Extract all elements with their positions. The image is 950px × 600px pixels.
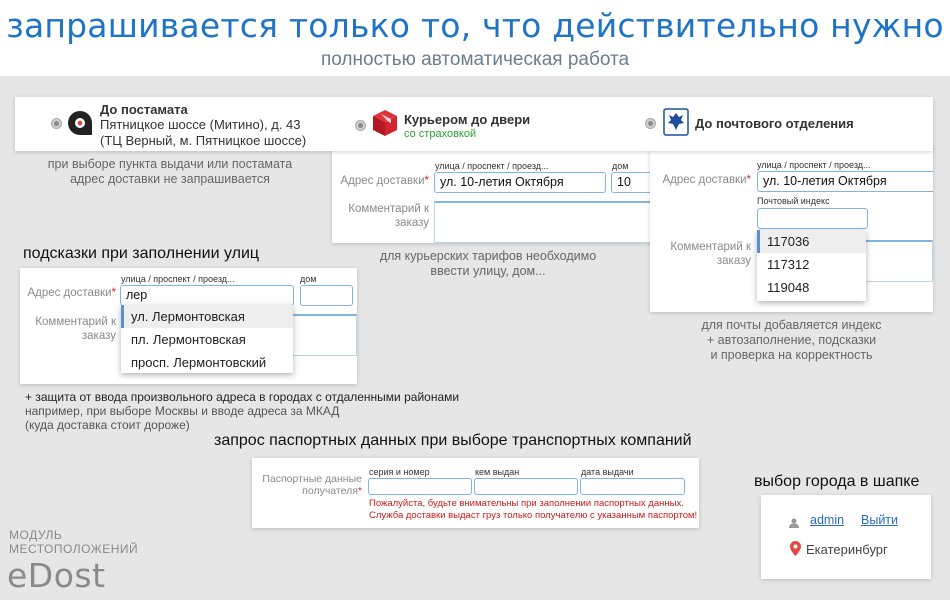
logout-link[interactable]: Выйти bbox=[861, 513, 898, 527]
brand-logo-text: eDost bbox=[7, 556, 106, 595]
courier-street-caption: улица / проспект / проезд... bbox=[435, 161, 549, 171]
post-comment-label: Комментарий к заказу bbox=[670, 241, 751, 267]
postamat-icon bbox=[67, 110, 93, 136]
hints-house-input[interactable] bbox=[300, 285, 353, 306]
passport-panel: Паспортные данные получателя* серия и ном… bbox=[252, 458, 699, 528]
address-protection-note: + защита от ввода произвольного адреса в… bbox=[25, 390, 460, 404]
city-heading: выбор города в шапке bbox=[754, 473, 920, 490]
courier-form-panel: улица / проспект / проезд... дом Адрес д… bbox=[332, 146, 654, 243]
postamat-note: при выборе пункта выдачи или постамата ад… bbox=[47, 157, 293, 186]
postamat-title: До постамата bbox=[100, 102, 188, 117]
delivery-method-tabs: До постамата Пятницкое шоссе (Митино), д… bbox=[15, 97, 933, 151]
hints-address-label: Адрес доставки* bbox=[27, 287, 116, 299]
index-option[interactable]: 117036 bbox=[757, 230, 866, 253]
hints-comment-textarea[interactable] bbox=[292, 314, 357, 356]
postamat-address-line1: Пятницкое шоссе (Митино), д. 43 bbox=[100, 117, 301, 132]
hints-house-caption: дом bbox=[300, 274, 317, 284]
index-option[interactable]: 119048 bbox=[757, 276, 866, 299]
street-option[interactable]: пл. Лермонтовская bbox=[121, 328, 293, 351]
post-index-caption: Почтовый индекс bbox=[757, 196, 830, 206]
hints-street-input[interactable]: лер bbox=[120, 285, 294, 306]
index-suggestion-dropdown: 117036 117312 119048 bbox=[757, 230, 866, 301]
courier-house-input[interactable]: 10 bbox=[611, 172, 653, 193]
user-icon bbox=[789, 515, 799, 528]
courier-house-caption: дом bbox=[612, 161, 629, 171]
passport-series-input[interactable] bbox=[368, 478, 472, 495]
passport-date-input[interactable] bbox=[580, 478, 685, 495]
city-selector[interactable]: Екатеринбург bbox=[806, 542, 888, 557]
post-note: для почты добавляется индекс + автозаполн… bbox=[701, 318, 882, 362]
russian-post-icon bbox=[663, 108, 689, 136]
hints-street-caption: улица / проспект / проезд... bbox=[121, 274, 235, 284]
post-radio[interactable] bbox=[646, 119, 655, 128]
passport-label: Паспортные данные получателя* bbox=[262, 473, 362, 497]
passport-series-caption: серия и номер bbox=[369, 467, 430, 477]
post-index-input[interactable] bbox=[757, 208, 868, 229]
page-subtitle: полностью автоматическая работа bbox=[320, 49, 630, 70]
location-pin-icon bbox=[790, 541, 801, 556]
dpd-box-icon bbox=[372, 109, 398, 137]
courier-title: Курьером до двери bbox=[404, 112, 531, 127]
postamat-radio[interactable] bbox=[52, 119, 61, 128]
courier-note: для курьерских тарифов необходимо ввести … bbox=[379, 249, 597, 278]
brand-line1: МОДУЛЬ bbox=[9, 528, 63, 542]
passport-issuer-input[interactable] bbox=[474, 478, 578, 495]
address-protection-example: например, при выборе Москвы и вводе адре… bbox=[25, 404, 340, 432]
postamat-address-line2: (ТЦ Верный, м. Пятницкое шоссе) bbox=[100, 133, 307, 148]
page-title: запрашивается только то, что действитель… bbox=[6, 6, 944, 45]
city-panel: admin Выйти Екатеринбург bbox=[761, 495, 931, 579]
brand-line2: МЕСТОПОЛОЖЕНИЙ bbox=[9, 542, 139, 556]
passport-date-caption: дата выдачи bbox=[581, 467, 634, 477]
courier-comment-textarea[interactable] bbox=[434, 201, 654, 243]
courier-insurance: со страховкой bbox=[404, 128, 477, 140]
post-title: До почтового отделения bbox=[695, 116, 854, 131]
post-street-input[interactable]: ул. 10-летия Октября bbox=[757, 171, 933, 192]
courier-comment-label: Комментарий к заказу bbox=[348, 203, 429, 229]
street-hints-heading: подсказки при заполнении улиц bbox=[23, 245, 260, 262]
user-link[interactable]: admin bbox=[810, 513, 844, 527]
post-street-caption: улица / проспект / проезд... bbox=[757, 160, 871, 170]
courier-address-label: Адрес доставки* bbox=[340, 175, 429, 187]
courier-radio[interactable] bbox=[356, 121, 365, 130]
index-option[interactable]: 117312 bbox=[757, 253, 866, 276]
street-suggestion-dropdown: ул. Лермонтовская пл. Лермонтовская прос… bbox=[121, 305, 293, 373]
street-option[interactable]: ул. Лермонтовская bbox=[121, 305, 293, 328]
street-option[interactable]: просп. Лермонтовский bbox=[121, 351, 293, 374]
courier-street-input[interactable]: ул. 10-летия Октября bbox=[434, 172, 606, 193]
post-comment-textarea[interactable] bbox=[866, 240, 933, 282]
passport-warning: Пожалуйста, будьте внимательны при запол… bbox=[369, 498, 698, 521]
passport-heading: запрос паспортных данных при выборе тран… bbox=[214, 432, 692, 449]
passport-issuer-caption: кем выдан bbox=[475, 467, 520, 477]
post-address-label: Адрес доставки* bbox=[662, 174, 751, 186]
hints-comment-label: Комментарий к заказу bbox=[35, 316, 116, 342]
